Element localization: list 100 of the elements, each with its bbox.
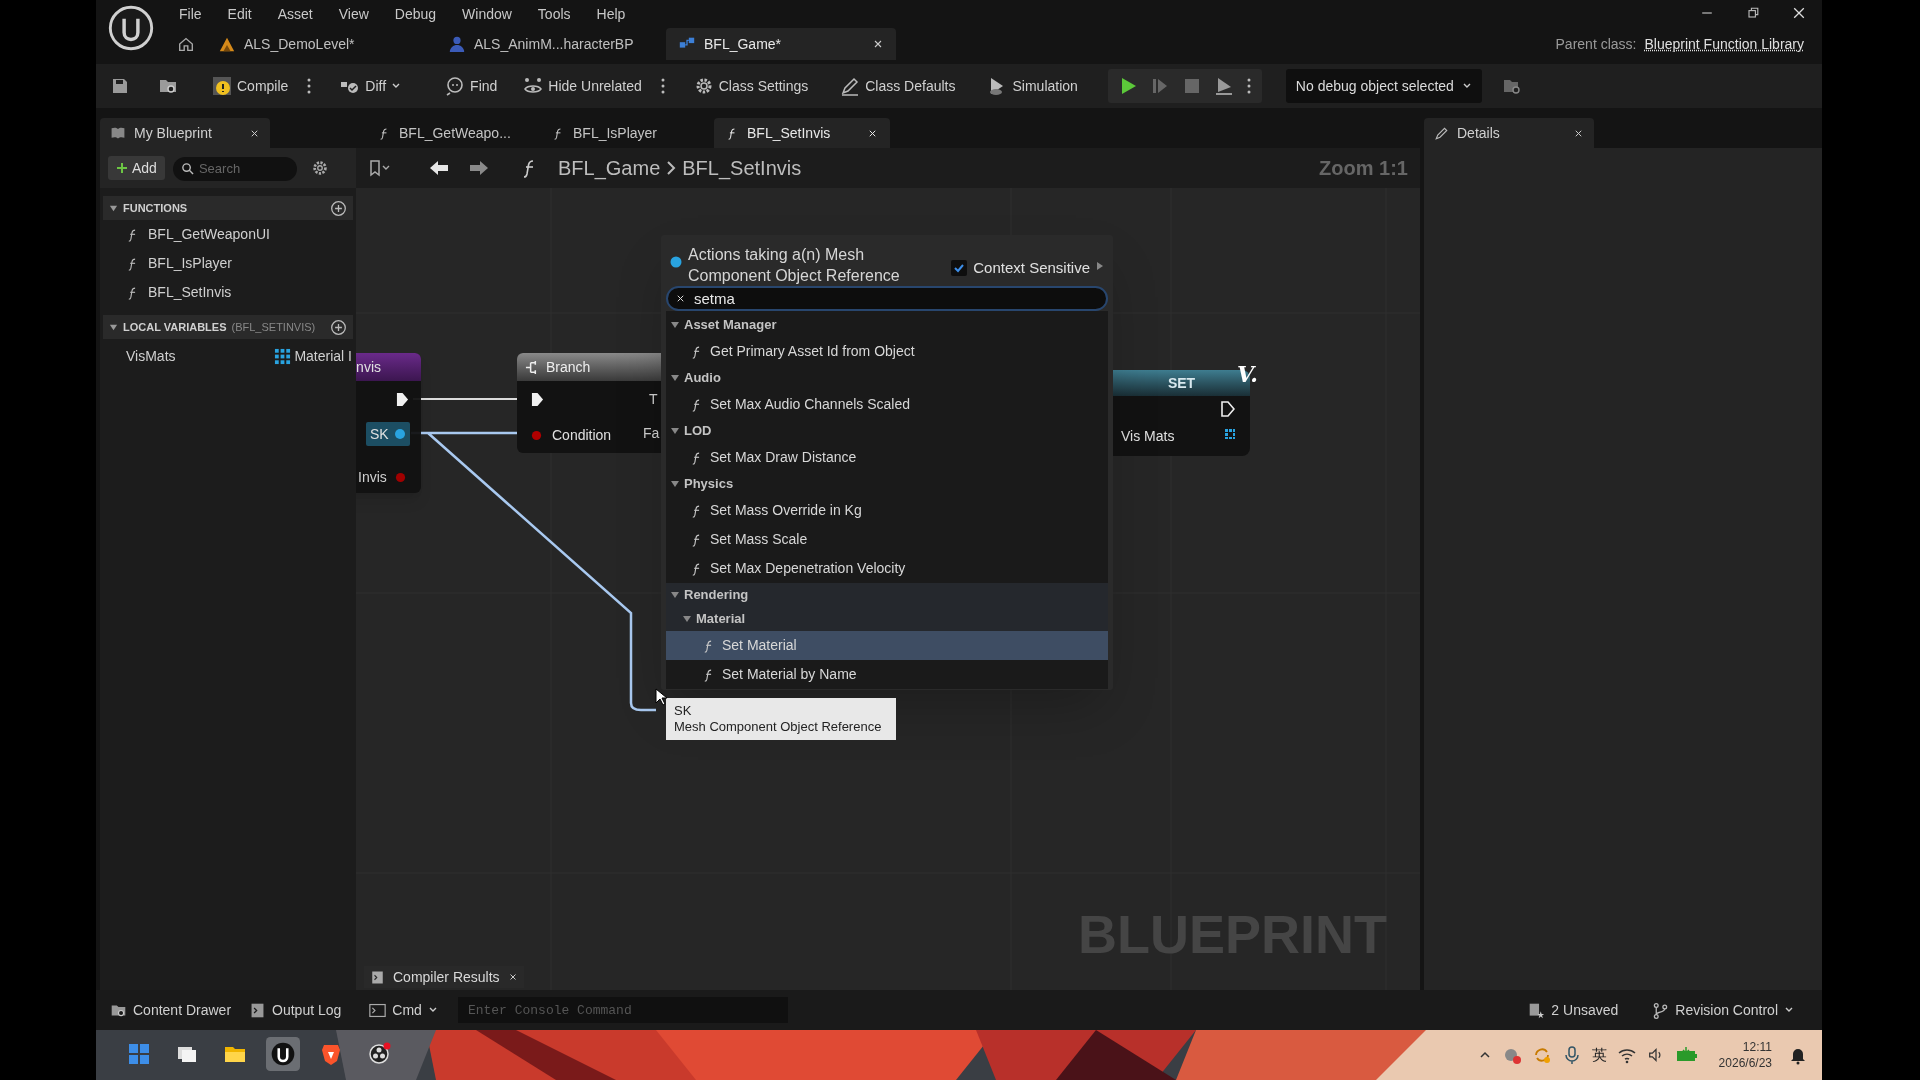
menu-item[interactable]: Window [449,0,525,28]
menu-item[interactable]: File [166,0,215,28]
warning-icon [212,76,232,96]
status-bar-button[interactable]: Output Log [243,995,348,1025]
engine-app-icon[interactable] [264,1035,302,1073]
status-bar-button[interactable]: Content Drawer [104,995,238,1025]
clock-date[interactable]: 2026/6/23 [1718,1055,1772,1071]
action-item[interactable]: Set Material by Name [666,660,1108,689]
menu-item[interactable]: Help [583,0,639,28]
bookmark-icon[interactable] [368,158,392,178]
status-bar-button[interactable]: 2 Unsaved [1520,995,1627,1025]
graph-tab[interactable]: BFL_GetWeapo... [366,118,516,148]
settings-icon[interactable] [310,159,329,177]
action-item[interactable]: Set Mass Scale [666,525,1108,554]
parent-class-link[interactable]: Blueprint Function Library [1644,33,1804,55]
search-field[interactable]: setma [666,286,1108,311]
category-row[interactable]: Rendering [666,583,1108,607]
add-icon[interactable] [330,199,347,217]
toolbar-button[interactable]: Class Settings [687,69,815,103]
toolbar-button[interactable]: Simulation [981,69,1084,103]
category-row[interactable]: Audio [666,366,1108,390]
toolbar-button[interactable]: Compile [206,69,295,103]
clock-time[interactable]: 12:11 [1742,1039,1772,1055]
back-arrow-icon[interactable] [428,158,450,178]
pin-label: T [649,390,658,409]
breadcrumb-item[interactable]: BFL_SetInvis [682,153,802,183]
search-field[interactable]: Search [172,156,297,181]
home-icon[interactable] [177,35,195,53]
input-method-indicator[interactable]: 英 [1591,1043,1607,1067]
document-tab[interactable]: ALS_DemoLevel* [206,28,436,60]
clear-icon[interactable] [675,293,686,304]
action-item[interactable]: Set Max Audio Channels Scaled [666,390,1108,419]
document-tab[interactable]: BFL_Game* [666,28,896,60]
person-icon [448,35,466,53]
chevron-right-icon [666,161,677,175]
category-row[interactable]: LOD [666,419,1108,443]
eject-icon[interactable] [1213,76,1234,96]
console-input[interactable]: Enter Console Command [457,997,788,1023]
expand-arrow-icon[interactable] [1096,261,1104,271]
section-header[interactable]: FUNCTIONS [103,196,353,220]
action-menu-title: Actions taking a(n) Mesh Component Object Reference [688,245,901,286]
array-icon [274,347,292,365]
toolbar-button[interactable]: Find [439,69,504,103]
category-row[interactable]: Physics [666,472,1108,496]
graph-tab[interactable]: BFL_SetInvis [714,118,890,148]
node-title: nvis [356,357,381,377]
action-item[interactable]: Get Primary Asset Id from Object [666,337,1108,366]
function-item[interactable]: BFL_SetInvis [100,278,356,307]
console-mode-dropdown[interactable]: Cmd [365,995,442,1025]
action-item[interactable]: Set Max Draw Distance [666,443,1108,472]
breadcrumb-item[interactable]: BFL_Game [558,153,661,183]
save-icon[interactable] [110,76,130,96]
action-item[interactable]: Set Material [666,631,1108,660]
document-tab[interactable]: ALS_AnimM...haracterBP [436,28,666,60]
object-pin-icon [670,256,682,268]
category-row[interactable]: Material [666,607,1108,631]
check-icon [953,262,966,275]
graph-tab[interactable]: BFL_IsPlayer [540,118,690,148]
exec-pin-icon [396,392,409,407]
add-icon[interactable] [330,318,347,336]
more-icon[interactable] [306,76,313,96]
pin-label: SK [370,424,389,444]
pencil-icon [840,76,861,96]
toolbar-button[interactable]: Class Defaults [834,69,962,103]
function-item[interactable]: BFL_GetWeaponUI [100,220,356,249]
search-icon [445,76,466,96]
context-sensitive-checkbox[interactable]: Context Sensitive [951,257,1090,280]
exec-pin-icon [1221,401,1235,417]
panel-tab[interactable]: My Blueprint [100,118,270,148]
parent-class-label: Parent class: [1555,34,1637,54]
section-header[interactable]: LOCAL VARIABLES (BFL_SETINVIS) [103,315,353,339]
menu-item[interactable]: View [325,0,382,28]
function-item[interactable]: BFL_IsPlayer [100,249,356,278]
node-title: SET [1167,373,1196,393]
add-button[interactable]: Add [108,156,165,180]
menu-item[interactable]: Tools [524,0,584,28]
menu-item[interactable]: Edit [214,0,265,28]
status-bar-button[interactable]: Revision Control [1644,995,1802,1025]
tooltip-text: Mesh Component Object Reference [674,719,883,735]
node-title: Branch [546,357,591,377]
toolbar-button[interactable]: Diff [334,69,408,103]
pin-label: Invis [358,468,387,487]
engine-logo-icon[interactable] [108,5,154,51]
debug-object-dropdown[interactable]: No debug object selected [1285,69,1482,103]
tooltip-text: SK [674,703,693,719]
action-item[interactable]: Set Max Depenetration Velocity [666,554,1108,583]
forward-arrow-icon[interactable] [468,158,490,178]
variable-row[interactable]: VisMats Material I [100,339,356,373]
book-icon [110,125,126,141]
panel-tab[interactable]: Details [1424,118,1594,148]
menu-item[interactable]: Debug [381,0,450,28]
action-item[interactable]: Set Mass Override in Kg [666,496,1108,525]
pin-label: Condition [552,426,612,445]
pin-label: Vis Mats [1121,427,1175,446]
toolbar-button[interactable]: Hide Unrelated [517,69,648,103]
more-icon[interactable] [659,76,666,96]
more-icon[interactable] [1245,76,1252,96]
category-row[interactable]: Asset Manager [666,313,1108,337]
close-icon[interactable] [872,38,884,50]
menu-item[interactable]: Asset [264,0,326,28]
